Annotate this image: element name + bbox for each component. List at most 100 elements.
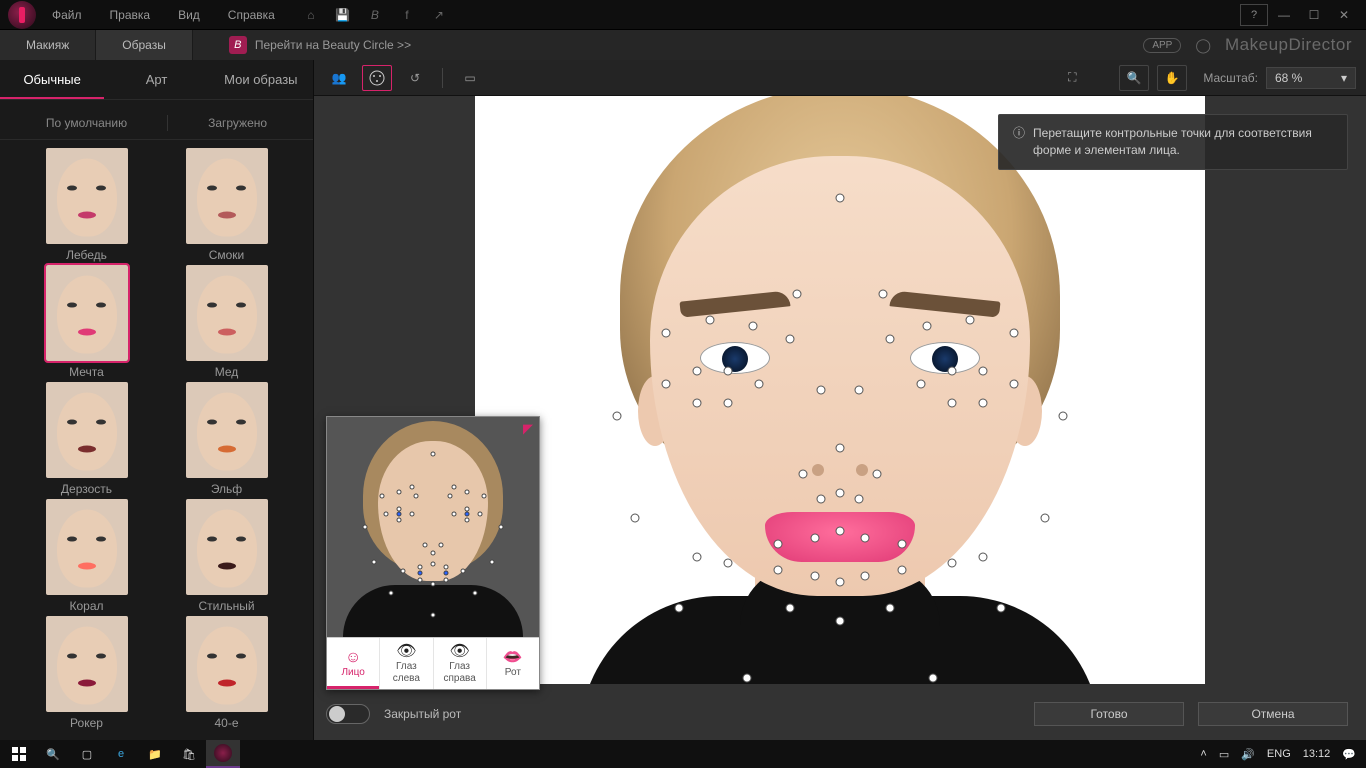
- pan-icon[interactable]: ✋: [1157, 65, 1187, 91]
- edge-icon[interactable]: e: [104, 740, 138, 768]
- control-point[interactable]: [836, 194, 845, 203]
- clock[interactable]: 13:12: [1303, 748, 1331, 760]
- save-icon[interactable]: 💾: [335, 8, 351, 22]
- control-point[interactable]: [817, 386, 826, 395]
- preset-Мед[interactable]: Мед: [177, 265, 277, 379]
- control-point[interactable]: [1040, 514, 1049, 523]
- control-point[interactable]: [749, 322, 758, 331]
- control-point[interactable]: [860, 572, 869, 581]
- control-point[interactable]: [836, 444, 845, 453]
- preset-Лебедь[interactable]: Лебедь: [37, 148, 137, 262]
- control-point[interactable]: [743, 674, 752, 683]
- control-point[interactable]: [860, 533, 869, 542]
- control-point[interactable]: [947, 559, 956, 568]
- done-button[interactable]: Готово: [1034, 702, 1184, 726]
- control-point[interactable]: [978, 552, 987, 561]
- control-point[interactable]: [916, 380, 925, 389]
- control-point[interactable]: [966, 316, 975, 325]
- preset-Смоки[interactable]: Смоки: [177, 148, 277, 262]
- control-point[interactable]: [854, 495, 863, 504]
- control-point[interactable]: [774, 540, 783, 549]
- menu-edit[interactable]: Правка: [110, 8, 151, 22]
- volume-icon[interactable]: 🔊: [1241, 748, 1255, 761]
- language-indicator[interactable]: ENG: [1267, 748, 1291, 760]
- control-point[interactable]: [1059, 412, 1068, 421]
- control-point[interactable]: [662, 380, 671, 389]
- control-point[interactable]: [836, 527, 845, 536]
- control-point[interactable]: [774, 565, 783, 574]
- preset-Дерзость[interactable]: Дерзость: [37, 382, 137, 496]
- control-point[interactable]: [811, 572, 820, 581]
- control-point[interactable]: [786, 604, 795, 613]
- minitab-mouth[interactable]: 👄 Рот: [487, 638, 539, 689]
- maximize-button[interactable]: ☐: [1300, 4, 1328, 26]
- control-point[interactable]: [693, 552, 702, 561]
- control-point[interactable]: [817, 495, 826, 504]
- control-point[interactable]: [873, 469, 882, 478]
- control-point[interactable]: [836, 488, 845, 497]
- control-point[interactable]: [922, 322, 931, 331]
- control-point[interactable]: [724, 399, 733, 408]
- subtab-default[interactable]: По умолчанию: [46, 116, 127, 130]
- control-point[interactable]: [836, 578, 845, 587]
- app-chip[interactable]: APP: [1143, 38, 1181, 53]
- tab-looks[interactable]: Образы: [96, 30, 193, 60]
- collapse-icon[interactable]: ◤: [523, 421, 533, 437]
- sidetab-mine[interactable]: Мои образы: [209, 60, 313, 99]
- control-point[interactable]: [898, 565, 907, 574]
- battery-icon[interactable]: ▭: [1219, 748, 1229, 761]
- history-icon[interactable]: ↺: [400, 65, 430, 91]
- people-icon[interactable]: 👥: [324, 65, 354, 91]
- control-point[interactable]: [705, 316, 714, 325]
- control-point[interactable]: [1009, 328, 1018, 337]
- start-button[interactable]: [2, 740, 36, 768]
- control-point[interactable]: [836, 616, 845, 625]
- notification-icon[interactable]: ◯: [1195, 37, 1211, 54]
- control-point[interactable]: [885, 335, 894, 344]
- control-point[interactable]: [978, 367, 987, 376]
- preset-Эльф[interactable]: Эльф: [177, 382, 277, 496]
- control-point[interactable]: [929, 674, 938, 683]
- beauty-icon[interactable]: B: [367, 8, 383, 22]
- control-point[interactable]: [947, 367, 956, 376]
- control-point[interactable]: [947, 399, 956, 408]
- control-point[interactable]: [631, 514, 640, 523]
- menu-help[interactable]: Справка: [228, 8, 275, 22]
- preset-Корал[interactable]: Корал: [37, 499, 137, 613]
- control-point[interactable]: [997, 604, 1006, 613]
- control-point[interactable]: [724, 559, 733, 568]
- control-point[interactable]: [792, 290, 801, 299]
- control-point[interactable]: [755, 380, 764, 389]
- control-point[interactable]: [854, 386, 863, 395]
- facebook-icon[interactable]: f: [399, 8, 415, 22]
- control-point[interactable]: [724, 367, 733, 376]
- preset-Рокер[interactable]: Рокер: [37, 616, 137, 730]
- store-icon[interactable]: 🛍: [172, 740, 206, 768]
- compare-icon[interactable]: ▭: [455, 65, 485, 91]
- minitab-face[interactable]: ☺ Лицо: [327, 638, 380, 689]
- control-point[interactable]: [693, 367, 702, 376]
- mini-preview[interactable]: ◤: [327, 417, 539, 637]
- minitab-right-eye[interactable]: 👁 Глаз справа: [434, 638, 487, 689]
- close-button[interactable]: ✕: [1330, 4, 1358, 26]
- preset-40-е[interactable]: 40-е: [177, 616, 277, 730]
- action-center-icon[interactable]: 💬: [1342, 748, 1356, 761]
- fullscreen-icon[interactable]: ⛶: [1057, 65, 1087, 91]
- cancel-button[interactable]: Отмена: [1198, 702, 1348, 726]
- minimize-button[interactable]: —: [1270, 4, 1298, 26]
- control-point[interactable]: [811, 533, 820, 542]
- home-icon[interactable]: ⌂: [303, 8, 319, 22]
- control-point[interactable]: [879, 290, 888, 299]
- preset-Стильный[interactable]: Стильный: [177, 499, 277, 613]
- control-point[interactable]: [798, 469, 807, 478]
- zoom-select[interactable]: 68 % ▾: [1266, 67, 1356, 89]
- explorer-icon[interactable]: 📁: [138, 740, 172, 768]
- control-point[interactable]: [978, 399, 987, 408]
- tray-chevron-icon[interactable]: ˄: [1200, 748, 1206, 760]
- zoom-icon[interactable]: 🔍: [1119, 65, 1149, 91]
- control-point[interactable]: [693, 399, 702, 408]
- help-button[interactable]: ?: [1240, 4, 1268, 26]
- share-icon[interactable]: ↗: [431, 8, 447, 22]
- beauty-circle-link[interactable]: B Перейти на Beauty Circle >>: [229, 36, 411, 54]
- makeupdirector-task-icon[interactable]: [206, 740, 240, 768]
